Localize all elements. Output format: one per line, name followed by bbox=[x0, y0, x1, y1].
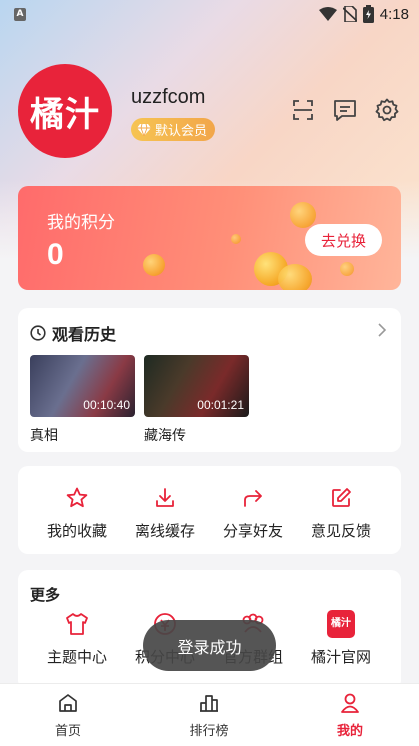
coin-decoration bbox=[231, 234, 241, 244]
settings-gear-icon[interactable] bbox=[375, 98, 399, 122]
logo-icon: 橘汁 bbox=[327, 610, 355, 638]
profile-icon bbox=[341, 693, 359, 713]
tab-home[interactable]: 首页 bbox=[23, 692, 113, 739]
more-title: 更多 bbox=[30, 586, 61, 604]
tab-ranking-label: 排行榜 bbox=[189, 724, 229, 739]
tab-profile[interactable]: 我的 bbox=[305, 692, 395, 739]
chevron-right-icon[interactable] bbox=[377, 322, 387, 338]
status-bar: A 4:18 bbox=[0, 0, 419, 30]
battery-icon bbox=[362, 5, 374, 23]
ranking-icon bbox=[200, 695, 218, 712]
shirt-icon bbox=[66, 613, 88, 635]
avatar[interactable]: 橘汁 bbox=[18, 64, 112, 158]
download-icon bbox=[156, 488, 174, 507]
toast-message: 登录成功 bbox=[143, 620, 276, 671]
share-label: 分享好友 bbox=[222, 522, 283, 540]
clock-icon bbox=[30, 325, 46, 341]
watch-history-card: 观看历史 00:10:40 真相 00:01:21 藏海传 bbox=[18, 308, 401, 452]
tab-profile-label: 我的 bbox=[336, 724, 363, 739]
coin-stack-decoration bbox=[278, 264, 312, 290]
watch-history-header[interactable]: 观看历史 bbox=[30, 321, 116, 345]
clock: 4:18 bbox=[379, 5, 409, 23]
message-icon[interactable] bbox=[333, 98, 357, 122]
official-website-label: 橘汁官网 bbox=[310, 648, 371, 666]
history-duration: 00:01:21 bbox=[197, 398, 244, 412]
scan-icon[interactable] bbox=[291, 98, 315, 122]
points-value: 0 bbox=[47, 238, 64, 271]
history-title[interactable]: 真相 bbox=[30, 425, 58, 445]
watch-history-title: 观看历史 bbox=[52, 325, 117, 344]
coin-decoration bbox=[143, 254, 165, 276]
bottom-tab-bar: 首页 排行榜 我的 bbox=[0, 683, 419, 746]
username[interactable]: uzzfcom bbox=[131, 86, 205, 109]
points-card: 我的积分 0 去兑换 bbox=[18, 186, 401, 290]
theme-center-button[interactable]: 主题中心 bbox=[31, 610, 123, 667]
tab-ranking[interactable]: 排行榜 bbox=[164, 692, 254, 739]
home-icon bbox=[59, 694, 77, 712]
offline-cache-button[interactable]: 离线缓存 bbox=[119, 486, 211, 541]
wifi-icon bbox=[318, 7, 337, 21]
member-badge-label: 默认会员 bbox=[155, 124, 208, 139]
coin-decoration bbox=[340, 262, 354, 276]
app-notification-icon: A bbox=[14, 8, 26, 21]
theme-center-label: 主题中心 bbox=[46, 648, 107, 666]
points-title: 我的积分 bbox=[47, 213, 115, 233]
share-button[interactable]: 分享好友 bbox=[207, 486, 299, 541]
quick-actions-card: 我的收藏 离线缓存 分享好友 意见反馈 bbox=[18, 466, 401, 554]
share-icon bbox=[244, 490, 262, 507]
feedback-button[interactable]: 意见反馈 bbox=[295, 486, 387, 541]
favorites-button[interactable]: 我的收藏 bbox=[31, 486, 123, 541]
history-title[interactable]: 藏海传 bbox=[144, 425, 186, 445]
official-website-button[interactable]: 橘汁 橘汁官网 bbox=[295, 610, 387, 667]
diamond-icon bbox=[137, 123, 151, 136]
coin-decoration bbox=[290, 202, 316, 228]
history-duration: 00:10:40 bbox=[83, 398, 130, 412]
feedback-label: 意见反馈 bbox=[310, 522, 371, 540]
feedback-edit-icon bbox=[332, 488, 351, 507]
member-badge[interactable]: 默认会员 bbox=[131, 118, 216, 141]
tab-home-label: 首页 bbox=[54, 724, 81, 739]
redeem-button[interactable]: 去兑换 bbox=[305, 224, 382, 256]
history-thumbnail[interactable]: 00:01:21 bbox=[144, 355, 249, 417]
star-icon bbox=[66, 487, 88, 508]
favorites-label: 我的收藏 bbox=[46, 522, 107, 540]
offline-cache-label: 离线缓存 bbox=[134, 522, 195, 540]
history-thumbnail[interactable]: 00:10:40 bbox=[30, 355, 135, 417]
no-sim-icon bbox=[342, 6, 357, 22]
